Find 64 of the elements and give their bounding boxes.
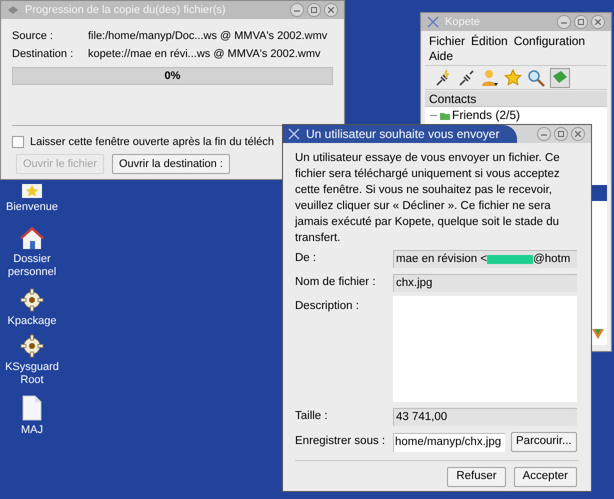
search-icon[interactable]: [527, 68, 545, 86]
field-label: De :: [295, 251, 318, 266]
browse-button[interactable]: Parcourir...: [511, 432, 577, 452]
checkbox-label: Laisser cette fenêtre ouverte après la fin du téléch: [30, 134, 274, 150]
minimize-button[interactable]: [290, 3, 304, 17]
close-icon: [595, 19, 601, 25]
gear-icon[interactable]: [20, 288, 44, 312]
save-path-field[interactable]: home/manyp/chx.jpg: [393, 432, 505, 452]
maximize-icon: [311, 7, 317, 13]
close-button[interactable]: [571, 127, 585, 141]
close-icon: [328, 7, 334, 13]
field-label: Destination :: [12, 46, 74, 62]
maximize-icon: [558, 131, 564, 137]
status-icon[interactable]: [591, 327, 605, 341]
menu-item[interactable]: Configuration: [514, 34, 586, 49]
desktop-icon-label[interactable]: MAJ: [0, 424, 64, 437]
folder-icon: [440, 110, 450, 120]
window-icon: [427, 16, 439, 28]
desktop-icon-label[interactable]: Bienvenue: [0, 201, 64, 214]
field-label: Nom de fichier :: [295, 275, 377, 290]
minimize-button[interactable]: [557, 15, 571, 29]
progress-percentage: 0%: [164, 68, 180, 84]
window-icon: [288, 128, 300, 140]
accept-button[interactable]: Accepter: [514, 467, 577, 487]
maximize-button[interactable]: [574, 15, 588, 29]
menu-item[interactable]: Fichier: [429, 34, 466, 49]
close-icon: [575, 131, 581, 137]
group-label[interactable]: Friends (2/5): [452, 106, 520, 124]
column-header: Contacts: [425, 91, 607, 107]
message-text: Un utilisateur essaye de vous envoyer un fichier. Ce fichier sera téléchargé uniquement si vous acceptez cette fenêtre. Si vous ne souhaitez pas le recevoir, veuillez cliquer sur « Décliner ». Ce fichier ne sera jamais exécuté par Kopete, quelque soit le stade du transfert.: [295, 151, 561, 246]
field-value: file:/home/manyp/Doc...ws @ MMVA's 2002.wmv: [88, 28, 328, 44]
desktop-icon-label[interactable]: Kpackage: [0, 315, 64, 328]
field-label: Enregistrer sous :: [295, 434, 386, 450]
filename-field[interactable]: chx.jpg: [393, 274, 577, 292]
maximize-icon: [578, 19, 584, 25]
minimize-button[interactable]: [537, 127, 551, 141]
house-icon[interactable]: [19, 226, 45, 250]
window-title: Kopete: [445, 14, 480, 30]
star-icon[interactable]: [504, 68, 522, 86]
checkbox[interactable]: [12, 136, 24, 148]
sender-field[interactable]: mae en révision < @hotm: [393, 250, 577, 268]
decline-button[interactable]: Refuser: [447, 467, 506, 487]
field-label: Source :: [12, 28, 54, 44]
chat-icon[interactable]: [550, 68, 570, 88]
window-icon: [7, 5, 19, 15]
field-label: Taille :: [295, 409, 329, 424]
maximize-button[interactable]: [307, 3, 321, 17]
open-destination-button[interactable]: Ouvrir la destination :: [112, 154, 230, 174]
menu-item[interactable]: Édition: [471, 34, 508, 49]
close-button[interactable]: [324, 3, 338, 17]
maximize-button[interactable]: [554, 127, 568, 141]
window-title: Progression de la copie du(des) fichier(s): [25, 2, 226, 18]
document-icon[interactable]: [22, 395, 42, 421]
close-button[interactable]: [591, 15, 605, 29]
size-field[interactable]: 43 741,00: [393, 408, 577, 426]
field-value: kopete://mae en révi...ws @ MMVA's 2002.wmv: [88, 46, 321, 62]
menu-item[interactable]: Aide: [429, 49, 454, 64]
gear-icon[interactable]: [20, 334, 44, 358]
plug-icon[interactable]: [458, 68, 476, 86]
field-label: Description :: [295, 299, 360, 314]
window-title: Un utilisateur souhaite vous envoyer: [306, 126, 500, 143]
desktop-icon-label[interactable]: Dossier personnel: [0, 253, 64, 279]
desktop-icon-label[interactable]: KSysguard Root: [0, 361, 64, 387]
person-icon[interactable]: [481, 68, 499, 86]
